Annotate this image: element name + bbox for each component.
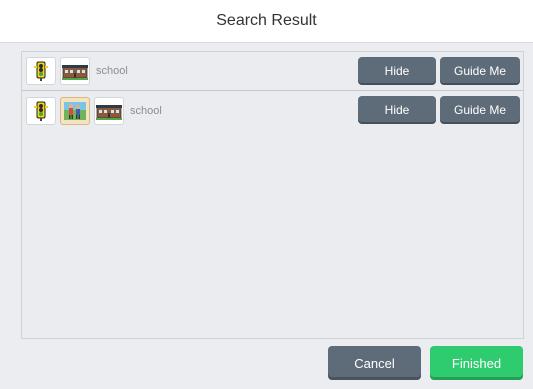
traffic-light-icon[interactable] (26, 97, 56, 125)
guide-me-button[interactable]: Guide Me (440, 57, 520, 85)
list-item: school Hide Guide Me (22, 52, 523, 91)
school-building-icon[interactable] (94, 97, 124, 125)
guide-me-button[interactable]: Guide Me (440, 96, 520, 124)
dialog-body: school Hide Guide Me school Hide Guide M… (0, 43, 533, 389)
symbol-strip: school (26, 57, 128, 85)
traffic-light-icon[interactable] (26, 57, 56, 85)
result-label: school (96, 65, 128, 77)
hide-button[interactable]: Hide (358, 96, 436, 124)
result-list: school Hide Guide Me school Hide Guide M… (21, 51, 524, 339)
crossing-guard-icon[interactable] (60, 97, 90, 125)
school-building-icon[interactable] (60, 57, 90, 85)
search-result-dialog: Search Result school Hide Guide Me schoo… (0, 0, 533, 389)
dialog-title: Search Result (0, 0, 533, 43)
symbol-strip: school (26, 97, 162, 125)
list-item: school Hide Guide Me (22, 92, 523, 130)
hide-button[interactable]: Hide (358, 57, 436, 85)
result-label: school (130, 105, 162, 117)
cancel-button[interactable]: Cancel (328, 346, 421, 380)
finished-button[interactable]: Finished (430, 346, 523, 380)
